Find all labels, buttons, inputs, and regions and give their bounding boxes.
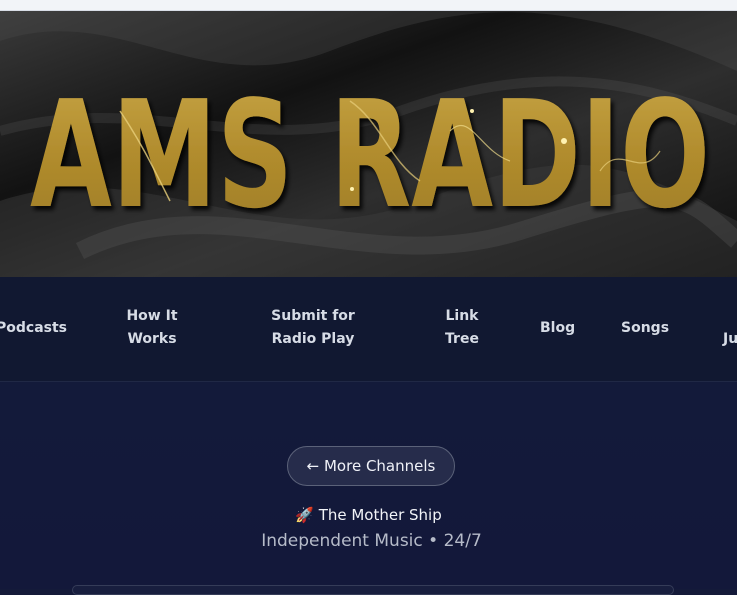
station-title: 🚀 The Mother Ship bbox=[0, 505, 737, 525]
nav-item-label: Podcasts bbox=[0, 320, 68, 336]
nav-item-label: Submit for Radio Play bbox=[271, 308, 355, 347]
nav-item-podcasts[interactable]: Podcasts bbox=[0, 317, 67, 340]
nav-item-songs[interactable]: Songs bbox=[621, 317, 669, 340]
nav-item-label: How It Works bbox=[126, 308, 178, 347]
nav-item-label: Link Tree bbox=[445, 308, 479, 347]
station-subtitle: Independent Music • 24/7 bbox=[0, 530, 737, 552]
station-subtitle-text: Independent Music • 24/7 bbox=[261, 531, 482, 551]
station-label: 🚀 The Mother Ship bbox=[295, 506, 442, 524]
more-channels-label: ← More Channels bbox=[306, 457, 436, 475]
nav-item-label: Songs bbox=[621, 320, 670, 336]
nav-item-ju[interactable]: Ju bbox=[723, 328, 737, 351]
nav-item-submit-for-radio-play[interactable]: Submit for Radio Play bbox=[248, 305, 378, 351]
nav-item-label: Ju bbox=[723, 331, 737, 347]
nav-item-how-it-works[interactable]: How It Works bbox=[126, 305, 178, 351]
logo-text: AMS RADIO bbox=[30, 69, 710, 241]
player-card bbox=[72, 585, 674, 595]
banner-artwork: AMS RADIO bbox=[0, 11, 737, 277]
nav-item-blog[interactable]: Blog bbox=[540, 317, 575, 340]
nav-item-label: Blog bbox=[540, 320, 576, 336]
nav-item-link-tree[interactable]: Link Tree bbox=[441, 305, 483, 351]
hero-banner: AMS RADIO bbox=[0, 11, 737, 277]
more-channels-button[interactable]: ← More Channels bbox=[287, 446, 455, 486]
browser-top-strip bbox=[0, 0, 737, 11]
main-nav: Podcasts How It Works Submit for Radio P… bbox=[0, 277, 737, 382]
